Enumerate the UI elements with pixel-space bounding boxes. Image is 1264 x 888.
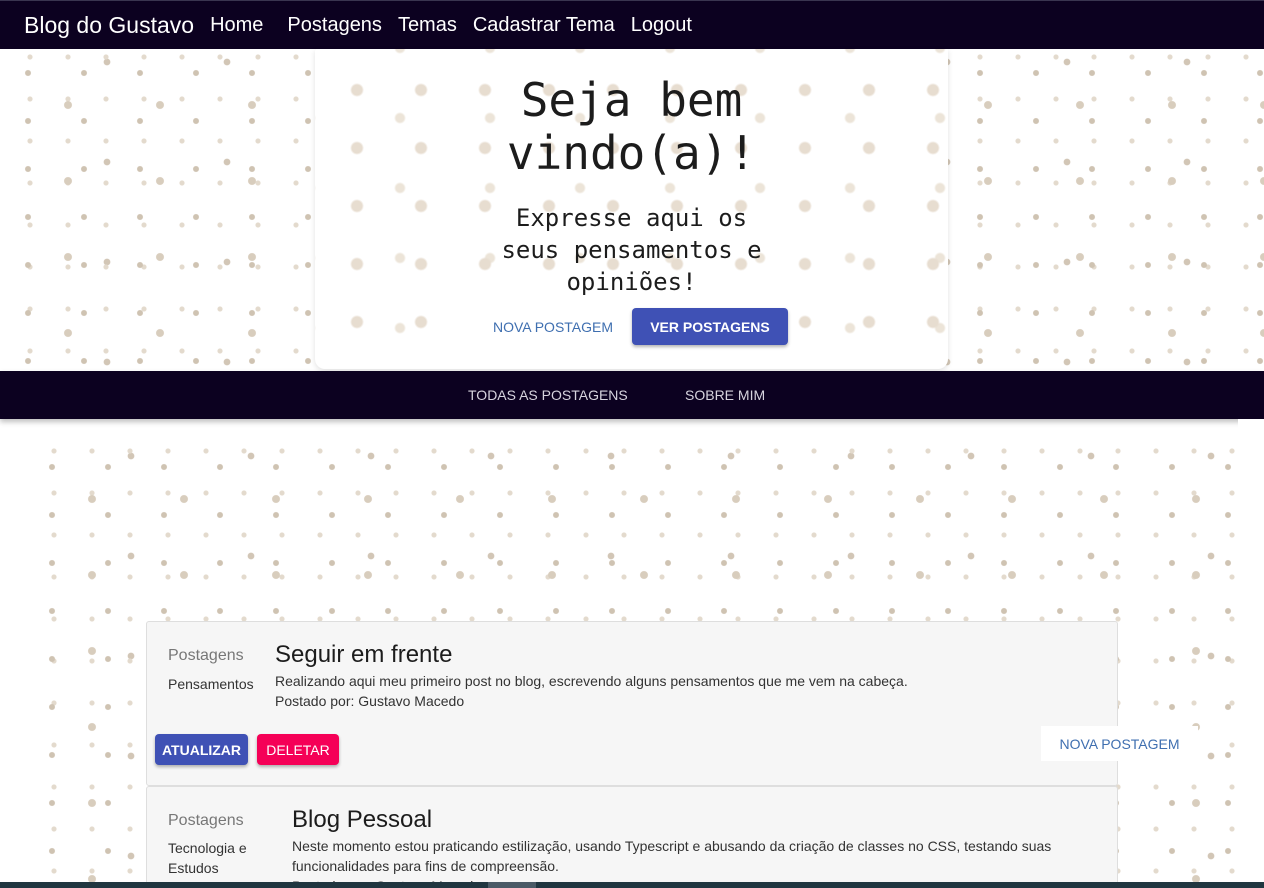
taskbar-item[interactable] bbox=[488, 882, 536, 888]
welcome-subtitle: Expresse aqui os seus pensamentos e opin… bbox=[501, 204, 762, 296]
floating-new-post-button[interactable]: NOVA POSTAGEM bbox=[1041, 726, 1198, 761]
post-category: Postagens bbox=[168, 812, 244, 829]
welcome-title: Seja bem vindo(a)! bbox=[506, 73, 757, 180]
hero-section: Seja bem vindo(a)! Expresse aqui os seus… bbox=[0, 49, 1264, 371]
tab-all-posts[interactable]: TODAS AS POSTAGENS bbox=[468, 371, 628, 419]
post-theme: Pensamentos bbox=[168, 676, 254, 692]
post-card: Postagens Tecnologia e Estudos Blog Pess… bbox=[146, 786, 1118, 888]
post-title: Seguir em frente bbox=[275, 641, 453, 668]
nav-logout[interactable]: Logout bbox=[631, 14, 692, 37]
update-button[interactable]: ATUALIZAR bbox=[155, 734, 248, 765]
delete-button[interactable]: DELETAR bbox=[257, 734, 339, 765]
post-text: Realizando aqui meu primeiro post no blo… bbox=[275, 673, 908, 689]
post-theme: Tecnologia e Estudos bbox=[168, 840, 247, 876]
brand-title[interactable]: Blog do Gustavo bbox=[24, 12, 194, 39]
nav-postagens[interactable]: Postagens bbox=[287, 14, 382, 37]
hero-card: Seja bem vindo(a)! Expresse aqui os seus… bbox=[315, 49, 948, 369]
nav-temas[interactable]: Temas bbox=[398, 14, 457, 37]
post-title: Blog Pessoal bbox=[292, 806, 433, 833]
taskbar bbox=[0, 882, 1264, 888]
post-card: Postagens Pensamentos Seguir em frente R… bbox=[146, 621, 1118, 786]
post-author: Postado por: Gustavo Macedo bbox=[275, 693, 465, 709]
page-margin bbox=[1238, 419, 1264, 888]
nav-cadastrar-tema[interactable]: Cadastrar Tema bbox=[473, 14, 615, 37]
tabs-bar: TODAS AS POSTAGENS SOBRE MIM bbox=[0, 371, 1264, 419]
top-navbar: Blog do Gustavo Home Postagens Temas Cad… bbox=[0, 0, 1264, 49]
new-post-button[interactable]: NOVA POSTAGEM bbox=[475, 308, 631, 345]
post-text: Neste momento estou praticando estilizaç… bbox=[292, 838, 1052, 874]
view-posts-button[interactable]: VER POSTAGENS bbox=[632, 308, 788, 345]
nav-home[interactable]: Home bbox=[210, 14, 263, 37]
post-category: Postagens bbox=[168, 647, 244, 664]
tab-about-me[interactable]: SOBRE MIM bbox=[685, 371, 765, 419]
